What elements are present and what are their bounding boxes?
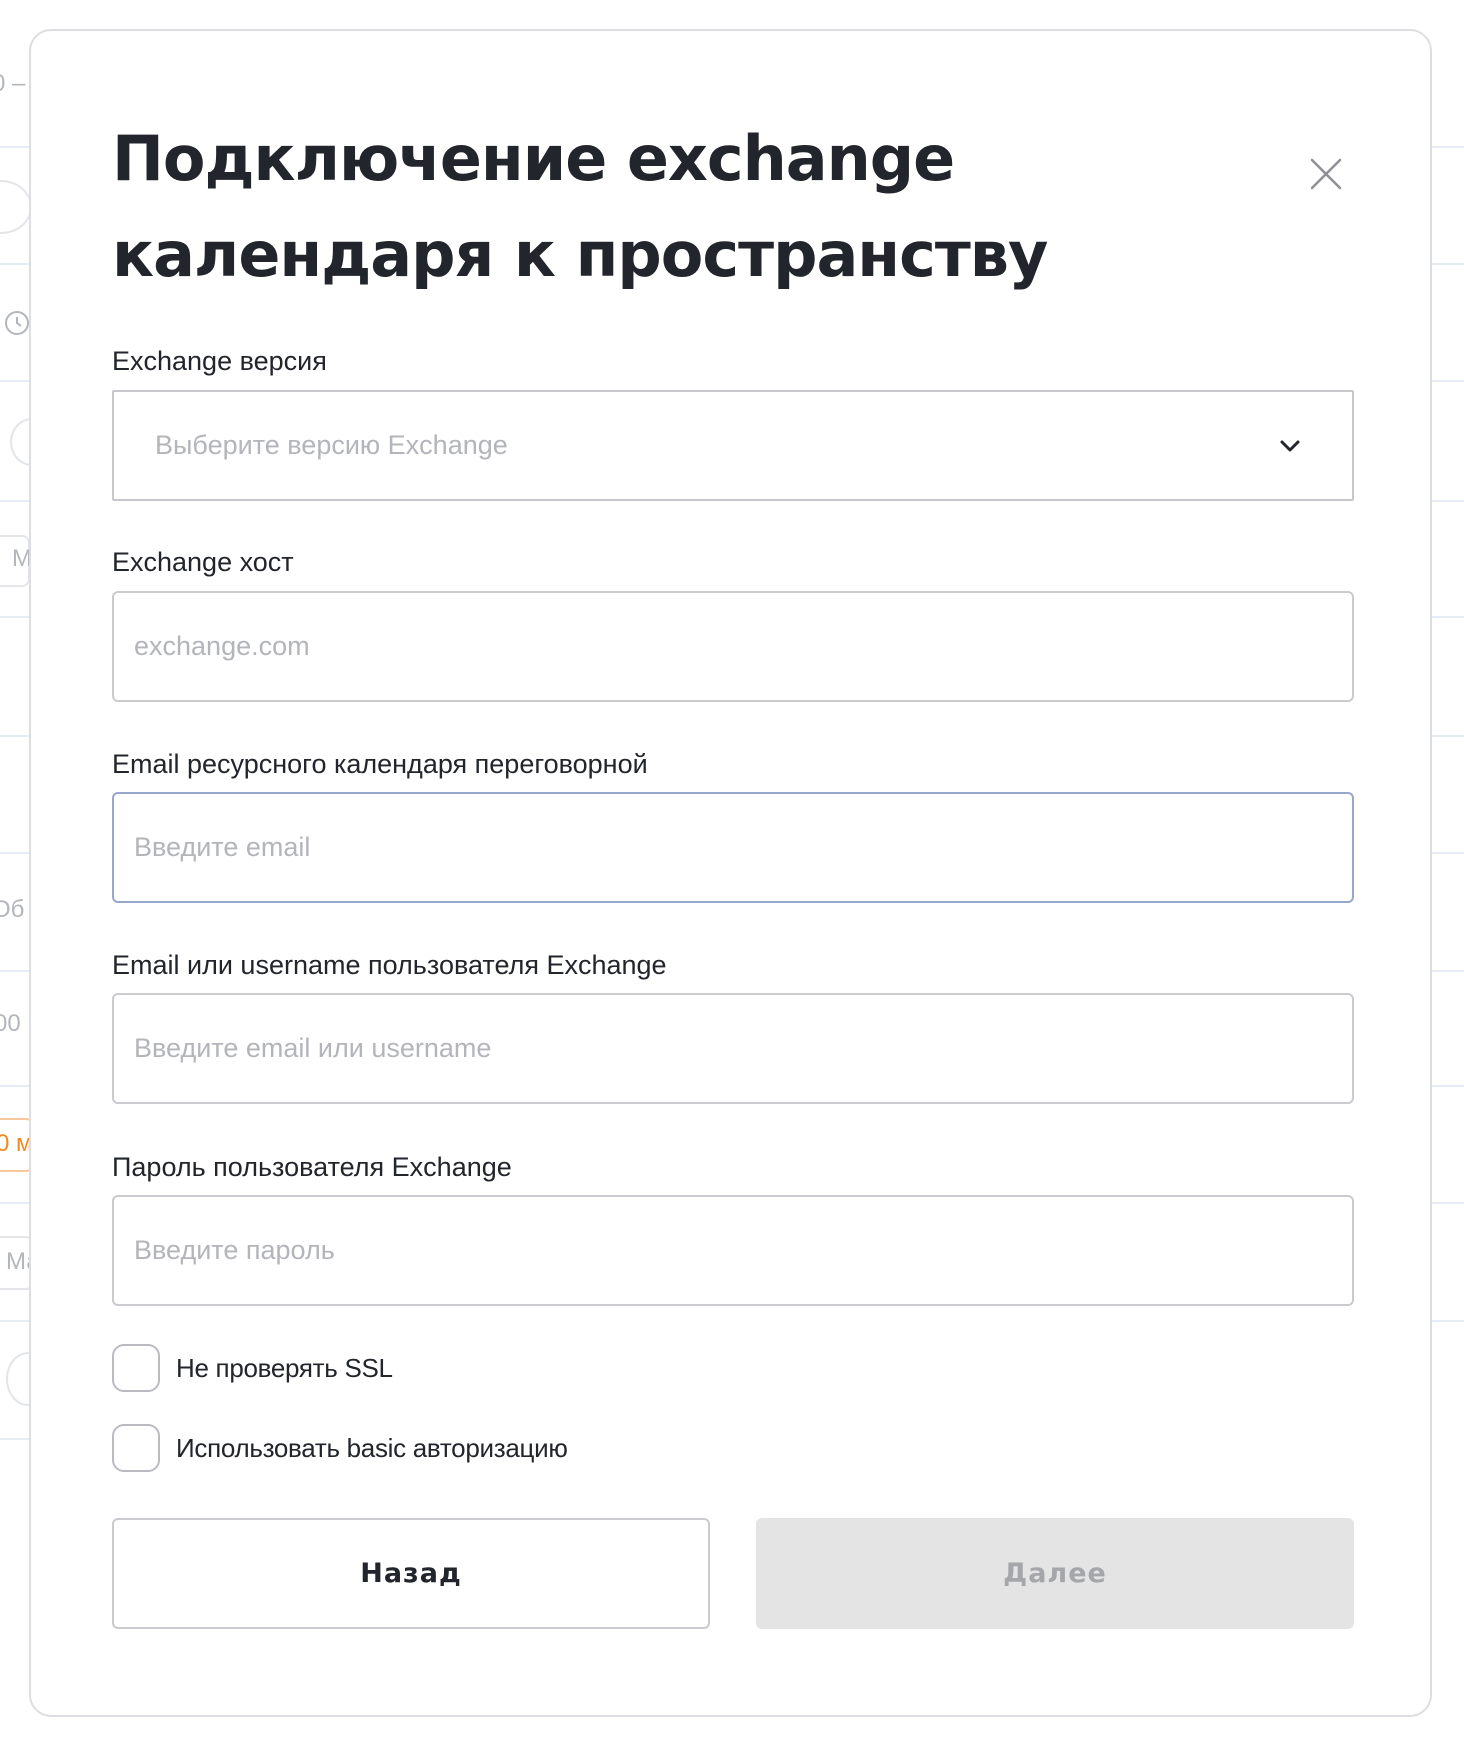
background-divider [0, 616, 29, 618]
background-divider [0, 380, 29, 382]
host-input[interactable] [134, 593, 1314, 700]
background-text-fragment: 00 [0, 1010, 21, 1037]
close-button[interactable] [1295, 143, 1355, 203]
background-divider [1432, 500, 1464, 502]
back-button[interactable]: Назад [112, 1518, 710, 1629]
background-divider [0, 263, 29, 265]
resource-email-input[interactable] [134, 794, 1314, 901]
basic-auth-checkbox[interactable] [112, 1424, 160, 1472]
background-text-fragment: Об [0, 896, 25, 923]
basic-auth-option[interactable]: Использовать basic авторизацию [112, 1424, 568, 1472]
host-field [112, 591, 1354, 702]
background-avatar [0, 180, 32, 234]
background-divider [0, 500, 29, 502]
background-text-fragment: 0 – [0, 70, 26, 97]
background-divider [0, 146, 29, 148]
background-divider [1432, 146, 1464, 148]
user-field [112, 993, 1354, 1104]
background-divider [1432, 970, 1464, 972]
password-label: Пароль пользователя Exchange [112, 1152, 512, 1182]
background-divider [0, 852, 29, 854]
user-input[interactable] [134, 995, 1314, 1102]
version-select-placeholder: Выберите версию Exchange [155, 430, 508, 460]
background-divider [1432, 616, 1464, 618]
resource-email-label: Email ресурсного календаря переговорной [112, 749, 648, 779]
background-divider [1432, 263, 1464, 265]
background-divider [1432, 1320, 1464, 1322]
background-divider [1432, 735, 1464, 737]
background-divider [1432, 852, 1464, 854]
background-divider [1432, 1085, 1464, 1087]
background-divider [0, 1438, 29, 1440]
background-divider [0, 1202, 29, 1204]
version-select[interactable]: Выберите версию Exchange [112, 390, 1354, 501]
background-text-fragment: 0 м [0, 1130, 33, 1157]
password-input[interactable] [134, 1197, 1314, 1304]
password-field [112, 1195, 1354, 1306]
background-divider [0, 1320, 29, 1322]
background-divider [0, 735, 29, 737]
version-label: Exchange версия [112, 346, 327, 376]
exchange-connect-modal: Подключение exchange календаря к простра… [29, 29, 1432, 1717]
modal-title: Подключение exchange календаря к простра… [112, 122, 1048, 291]
skip-ssl-checkbox[interactable] [112, 1344, 160, 1392]
background-divider [1432, 380, 1464, 382]
skip-ssl-option[interactable]: Не проверять SSL [112, 1344, 393, 1392]
skip-ssl-label: Не проверять SSL [176, 1352, 393, 1383]
next-button[interactable]: Далее [756, 1518, 1354, 1629]
clock-icon [4, 310, 30, 343]
basic-auth-label: Использовать basic авторизацию [176, 1432, 568, 1463]
background-divider [1432, 1202, 1464, 1204]
resource-email-field [112, 792, 1354, 903]
user-label: Email или username пользователя Exchange [112, 950, 667, 980]
chevron-down-icon [1280, 440, 1300, 452]
host-label: Exchange хост [112, 547, 294, 577]
background-divider [0, 970, 29, 972]
close-icon [1310, 158, 1342, 190]
background-divider [0, 1085, 29, 1087]
